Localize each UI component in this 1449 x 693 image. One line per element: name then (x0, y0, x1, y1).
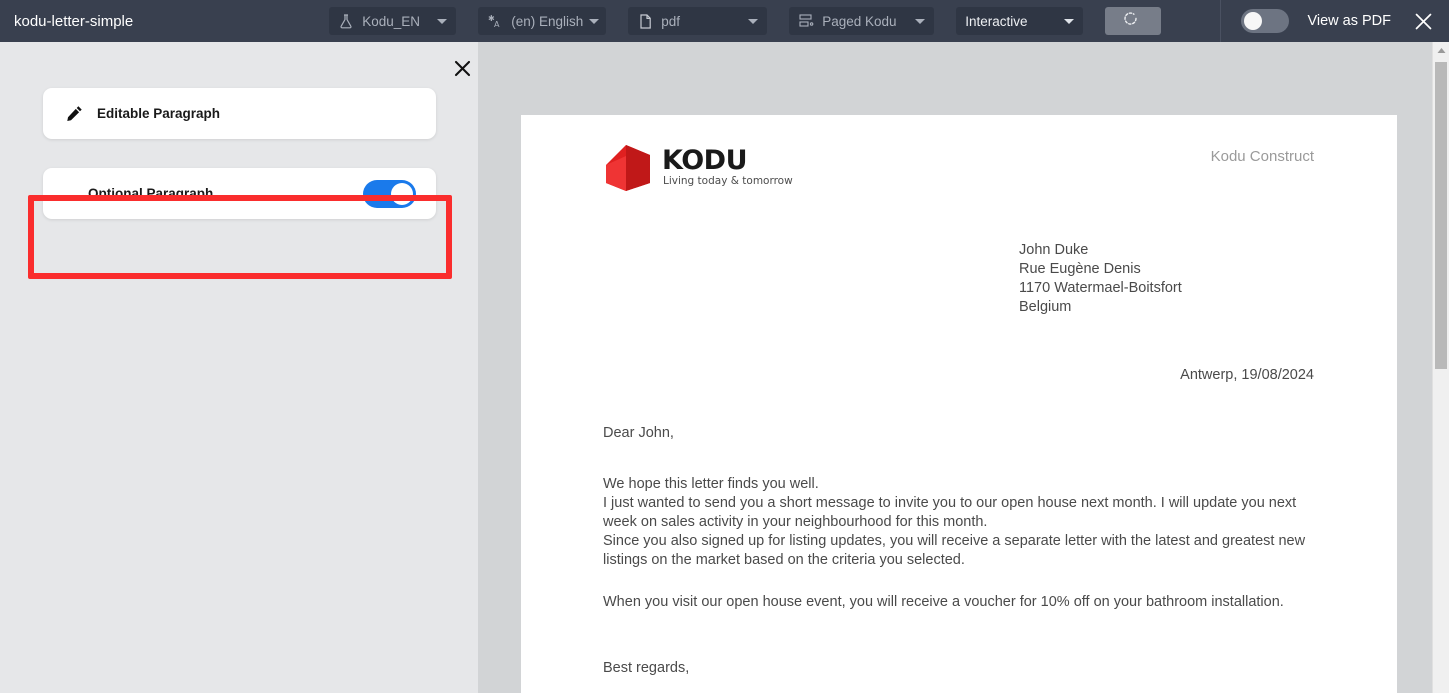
options-panel: Editable Paragraph Optional Paragraph (0, 42, 478, 693)
pencil-icon (65, 105, 83, 123)
letter-paragraph-2: When you visit our open house event, you… (603, 594, 1284, 610)
svg-text:A: A (494, 20, 500, 29)
kodu-logo-tagline: Living today & tomorrow (663, 175, 793, 187)
file-icon (637, 13, 653, 29)
chevron-down-icon (1064, 18, 1075, 24)
document-title: kodu-letter-simple (14, 12, 134, 30)
chevron-down-icon (748, 18, 759, 24)
company-name: Kodu Construct (1210, 148, 1314, 165)
close-window-button[interactable] (1411, 9, 1435, 33)
format-select[interactable]: pdf (628, 7, 768, 35)
layout-icon (798, 13, 814, 29)
letter-salutation: Dear John, (603, 425, 674, 441)
chevron-down-icon (437, 18, 448, 24)
scroll-up-button[interactable] (1433, 42, 1449, 59)
language-select[interactable]: ✱ A (en) English (478, 7, 607, 35)
recipient-address: John Duke Rue Eugène Denis 1170 Watermae… (1019, 242, 1182, 315)
format-select-label: pdf (661, 13, 680, 29)
translate-icon: ✱ A (487, 13, 503, 29)
letter-closing: Best regards, (603, 660, 690, 676)
view-as-pdf-toggle[interactable] (1241, 9, 1290, 33)
viewer-scrollbar[interactable] (1432, 42, 1449, 693)
mode-select[interactable]: Interactive (956, 7, 1084, 35)
toggle-knob (391, 182, 413, 205)
optional-paragraph-toggle[interactable] (363, 179, 416, 208)
chevron-down-icon (589, 18, 600, 24)
top-toolbar: kodu-letter-simple Kodu_EN ✱ A (en) Engl… (0, 0, 1449, 42)
kodu-logo-mark-icon (604, 145, 652, 191)
panel-close-button[interactable] (451, 57, 473, 79)
reset-button[interactable] (1105, 7, 1162, 35)
chevron-up-icon (1437, 48, 1445, 53)
card-editable-paragraph-label: Editable Paragraph (97, 106, 221, 121)
card-optional-paragraph[interactable]: Optional Paragraph (43, 168, 436, 219)
close-icon (454, 60, 470, 76)
chevron-down-icon (915, 18, 926, 24)
letter-date: Antwerp, 19/08/2024 (1180, 367, 1314, 383)
reset-icon (1122, 10, 1143, 32)
document-viewer: KODU Living today & tomorrow Kodu Constr… (478, 42, 1449, 693)
close-icon (1415, 13, 1431, 29)
card-editable-paragraph[interactable]: Editable Paragraph (43, 88, 436, 139)
kodu-logo-wordmark: KODU (662, 145, 748, 176)
letter-page: KODU Living today & tomorrow Kodu Constr… (521, 115, 1397, 693)
language-select-label: (en) English (511, 13, 584, 29)
kodu-logo: KODU Living today & tomorrow (604, 143, 793, 195)
card-optional-paragraph-label: Optional Paragraph (88, 186, 214, 201)
layout-select-label: Paged Kodu (822, 13, 897, 29)
template-select[interactable]: Kodu_EN (329, 7, 457, 35)
toolbar-divider (1220, 0, 1222, 42)
mode-select-label: Interactive (965, 13, 1028, 29)
layout-select[interactable]: Paged Kodu (789, 7, 935, 35)
flask-icon (338, 13, 354, 29)
letter-paragraph-1: We hope this letter finds you well. I ju… (603, 476, 1306, 568)
scroll-thumb[interactable] (1435, 62, 1447, 369)
template-select-label: Kodu_EN (362, 13, 421, 29)
toolbar-right-group: View as PDF (1220, 0, 1449, 42)
toggle-knob (1244, 12, 1263, 30)
view-as-pdf-label: View as PDF (1307, 13, 1391, 29)
